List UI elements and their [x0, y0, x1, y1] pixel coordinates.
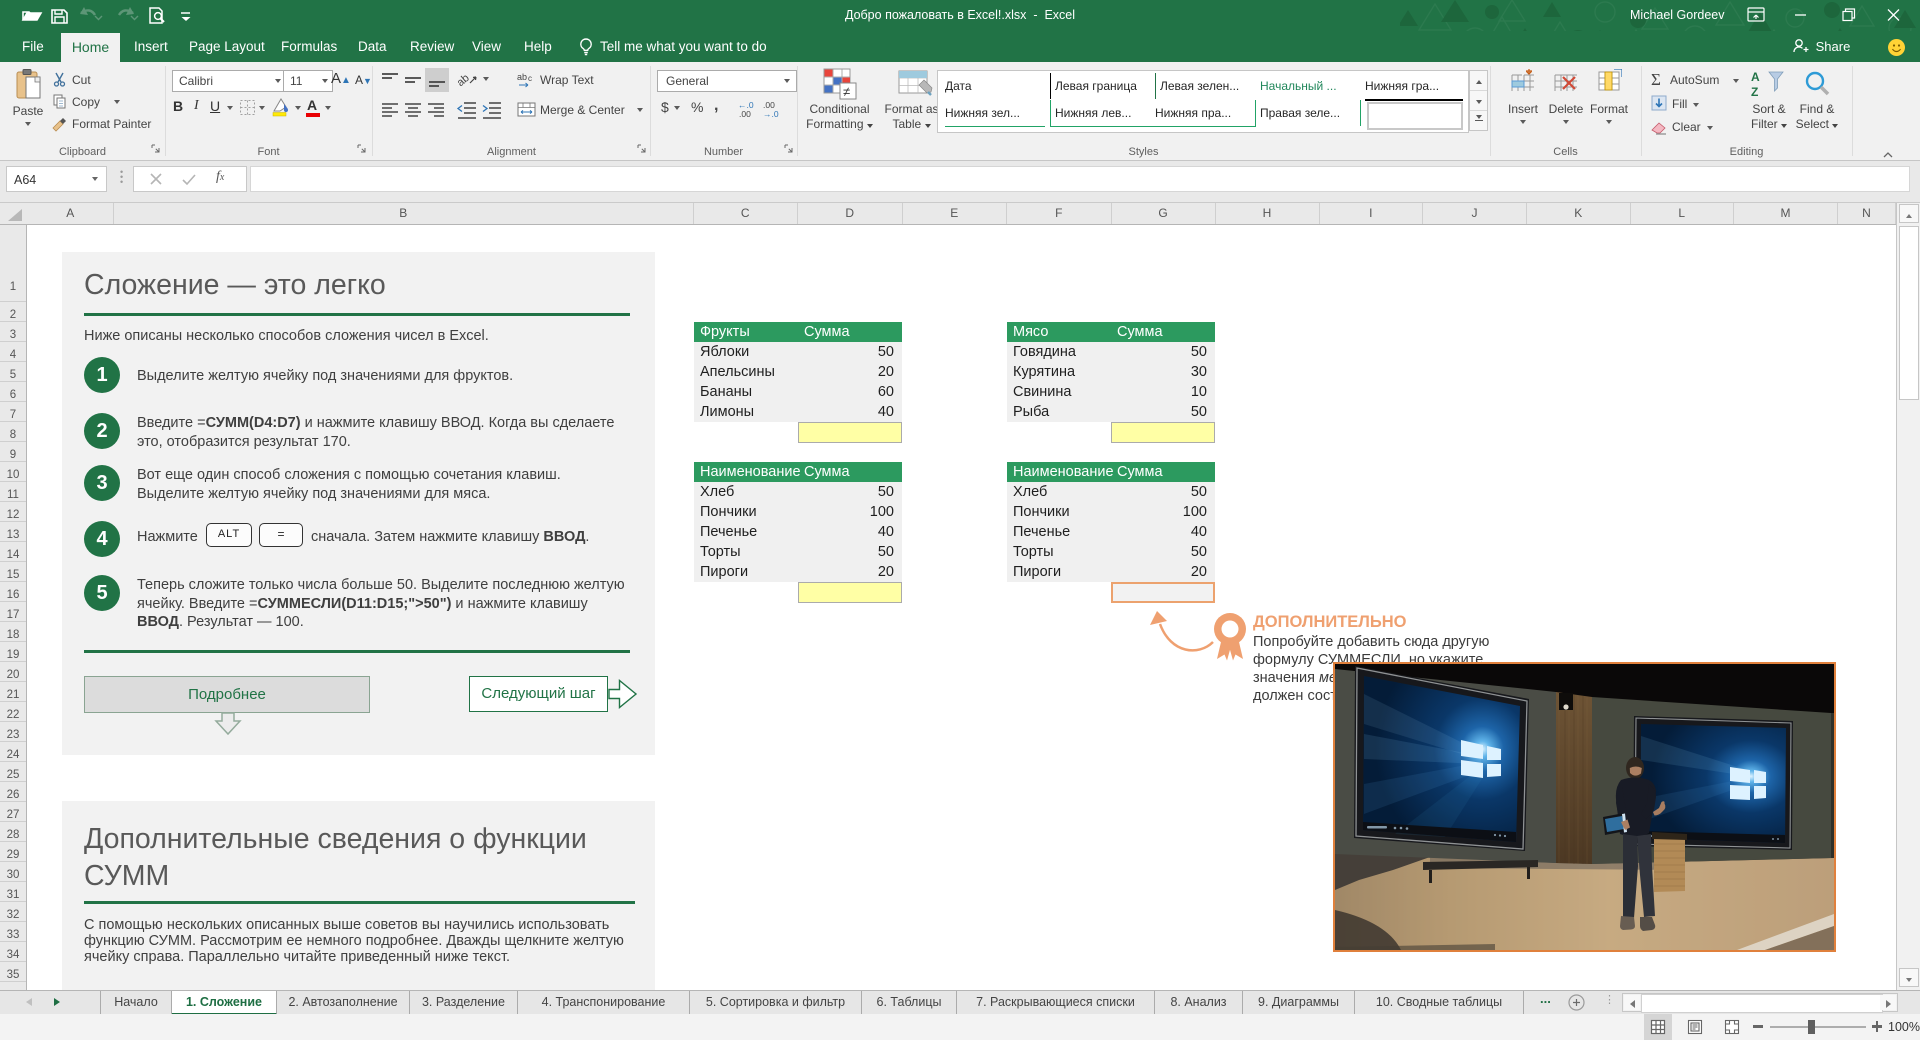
svg-text:Z: Z [1751, 85, 1758, 99]
svg-text:ab: ab [517, 72, 527, 82]
svg-text:ab: ab [457, 72, 472, 89]
svg-text:.00: .00 [739, 109, 751, 118]
svg-text:≠: ≠ [843, 84, 850, 99]
svg-text:A: A [1751, 70, 1760, 84]
svg-text:c: c [528, 74, 532, 83]
svg-text:→.0: →.0 [763, 109, 779, 118]
